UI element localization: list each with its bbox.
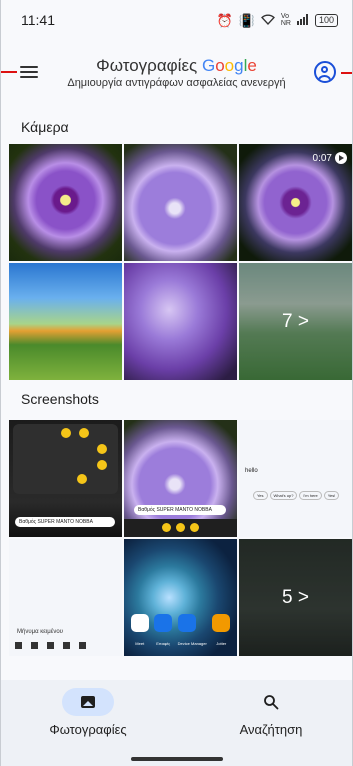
- screenshot-tile[interactable]: Βαθμός SUPER ΜΑΝΤΟ ΝΟΒΒΑ: [124, 420, 237, 537]
- photo-tile[interactable]: [9, 263, 122, 380]
- signal-icon: [296, 13, 309, 27]
- status-icons: ⏰ 📳 Vo NR 100: [216, 13, 338, 27]
- nav-photos-pill: [62, 688, 114, 716]
- nav-photos[interactable]: Φωτογραφίες: [28, 688, 148, 737]
- bottom-navigation: Φωτογραφίες Αναζήτηση: [1, 680, 352, 766]
- more-count: 7 >: [239, 263, 352, 380]
- wifi-icon: [260, 14, 275, 27]
- screenshot-toolbar: [124, 519, 237, 537]
- alarm-icon: ⏰: [216, 12, 233, 28]
- section-title-camera: Κάμερα: [21, 119, 69, 135]
- photo-icon: [81, 696, 95, 708]
- phone-screen: 11:41 ⏰ 📳 Vo NR 100 Φωτογραφίες Google Δη…: [0, 0, 353, 766]
- hamburger-menu-icon[interactable]: [20, 63, 40, 79]
- section-title-screenshots: Screenshots: [21, 391, 99, 407]
- smart-reply: What's up?: [269, 491, 298, 500]
- nav-search[interactable]: Αναζήτηση: [211, 688, 331, 737]
- app-label: Device Manager: [177, 641, 207, 646]
- app-title: Φωτογραφίες Google: [61, 56, 292, 76]
- gesture-home-bar[interactable]: [131, 757, 223, 761]
- callout-menu: [1, 71, 17, 73]
- nav-search-label: Αναζήτηση: [239, 722, 303, 737]
- header-title-block: Φωτογραφίες Google Δημιουργία αντιγράφων…: [61, 56, 292, 89]
- app-title-text: Φωτογραφίες: [96, 56, 198, 75]
- message-input: Μήνυμα κειμένου: [17, 629, 63, 635]
- video-tile[interactable]: 0:07: [239, 144, 352, 261]
- status-bar: 11:41 ⏰ 📳 Vo NR 100: [1, 0, 352, 40]
- chat-message: hello: [245, 468, 258, 474]
- keyboard-bar: [9, 642, 122, 652]
- app-dock: Meet Επαφές Device Manager Jotter: [128, 614, 233, 650]
- smart-reply: Yes!: [323, 491, 340, 500]
- photo-tile[interactable]: [124, 144, 237, 261]
- quick-settings-panel: [13, 424, 118, 494]
- status-time: 11:41: [21, 12, 55, 28]
- photo-tile[interactable]: [9, 144, 122, 261]
- search-icon: [264, 695, 279, 710]
- smart-replies: Yes What's up? I'm here Yes!: [253, 491, 340, 500]
- screenshot-tile[interactable]: hello Yes What's up? I'm here Yes!: [239, 420, 352, 537]
- more-screenshots-tile[interactable]: 5 >: [239, 539, 352, 656]
- vibrate-icon: 📳: [238, 12, 255, 28]
- backup-status[interactable]: Δημιουργία αντιγράφων ασφαλείας ανενεργή: [61, 77, 292, 89]
- app-label: Jotter: [216, 641, 227, 646]
- smart-reply: Yes: [253, 491, 268, 500]
- app-header: Φωτογραφίες Google Δημιουργία αντιγράφων…: [1, 48, 352, 100]
- more-photos-tile[interactable]: 7 >: [239, 263, 352, 380]
- camera-grid: 0:07 7 >: [9, 144, 352, 380]
- app-label: Meet: [135, 641, 145, 646]
- snackbar: Βαθμός SUPER ΜΑΝΤΟ ΝΟΒΒΑ: [134, 505, 226, 515]
- nav-search-pill: [245, 688, 297, 716]
- screenshot-tile[interactable]: Μήνυμα κειμένου: [9, 539, 122, 656]
- snackbar: Βαθμός SUPER ΜΑΝΤΟ ΝΟΒΒΑ: [15, 517, 115, 527]
- nav-photos-label: Φωτογραφίες: [49, 722, 127, 737]
- account-circle-icon[interactable]: [314, 61, 336, 83]
- play-icon: [335, 152, 347, 164]
- screenshots-grid: Βαθμός SUPER ΜΑΝΤΟ ΝΟΒΒΑ Βαθμός SUPER ΜΑ…: [9, 420, 352, 656]
- google-logo: Google: [201, 56, 257, 75]
- battery-icon: 100: [314, 13, 338, 27]
- volte-icon: Vo NR: [280, 13, 291, 27]
- photo-tile[interactable]: [124, 263, 237, 380]
- screenshot-tile[interactable]: Meet Επαφές Device Manager Jotter: [124, 539, 237, 656]
- screenshot-tile[interactable]: Βαθμός SUPER ΜΑΝΤΟ ΝΟΒΒΑ: [9, 420, 122, 537]
- callout-account: [341, 72, 352, 74]
- more-count: 5 >: [239, 539, 352, 656]
- smart-reply: I'm here: [299, 491, 322, 500]
- app-label: Επαφές: [156, 641, 171, 646]
- video-duration: 0:07: [312, 153, 332, 164]
